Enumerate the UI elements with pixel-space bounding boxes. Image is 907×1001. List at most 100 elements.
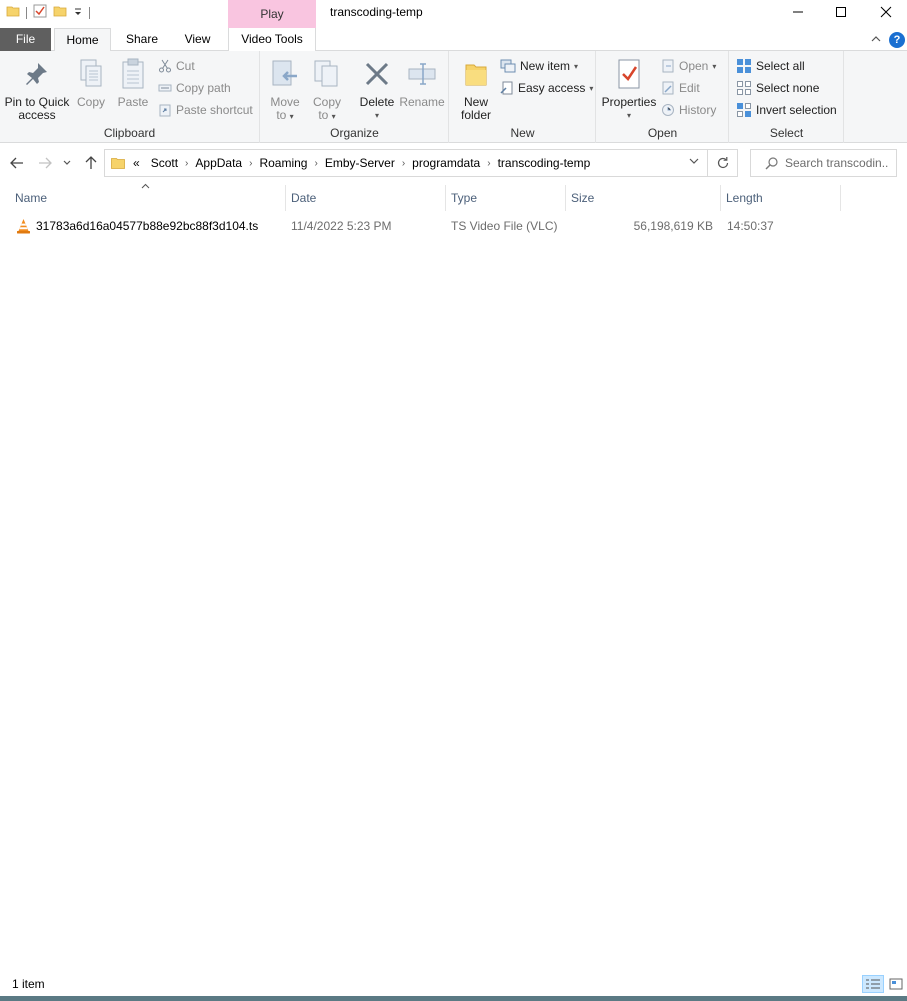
close-button[interactable] — [863, 0, 907, 24]
maximize-button[interactable] — [818, 0, 864, 24]
tab-home[interactable]: Home — [54, 28, 111, 52]
file-name-cell[interactable]: 31783a6d16a04577b88e92bc88f3d104.ts — [16, 215, 258, 237]
delete-x-icon — [365, 62, 389, 86]
cut-label: Cut — [176, 59, 195, 73]
address-history-dropdown[interactable] — [689, 156, 699, 167]
scissors-icon — [159, 59, 171, 73]
column-length[interactable]: Length — [720, 185, 840, 211]
paste-button[interactable]: Paste — [116, 56, 150, 109]
paste-label: Paste — [117, 95, 149, 109]
tab-video-tools[interactable]: Video Tools — [228, 28, 316, 51]
properties-button[interactable]: Properties ▾ — [601, 56, 657, 122]
copy-icon — [80, 59, 102, 87]
column-type[interactable]: Type — [445, 185, 565, 211]
chevron-down-icon — [63, 160, 71, 165]
back-button[interactable] — [8, 153, 26, 173]
move-to-button[interactable]: Move to ▾ — [267, 56, 303, 123]
breadcrumb-appdata[interactable]: AppData — [195, 156, 242, 170]
delete-button[interactable]: Delete ▾ — [357, 56, 397, 122]
folder-icon[interactable] — [6, 4, 20, 21]
clipboard-group-label: Clipboard — [103, 126, 156, 140]
arrow-up-icon — [85, 156, 97, 169]
breadcrumb-roaming[interactable]: Roaming — [259, 156, 307, 170]
clipboard-group: Pin to Quick access Copy Paste Cut Copy … — [0, 51, 260, 143]
large-icons-view-button[interactable] — [885, 975, 907, 993]
help-icon[interactable]: ? — [889, 31, 905, 48]
file-name: 31783a6d16a04577b88e92bc88f3d104.ts — [36, 219, 259, 233]
up-button[interactable] — [82, 153, 100, 173]
forward-button[interactable] — [36, 153, 54, 173]
column-size[interactable]: Size — [565, 185, 720, 211]
tab-share[interactable]: Share — [115, 28, 169, 51]
history-icon — [662, 104, 674, 116]
pin-to-quick-access-button[interactable]: Pin to Quick access — [4, 56, 70, 122]
new-item-button[interactable]: New item ▾ — [500, 57, 578, 75]
recent-locations-button[interactable] — [61, 153, 73, 173]
collapse-ribbon-button[interactable] — [871, 33, 881, 47]
new-item-icon — [500, 59, 516, 73]
chevron-right-icon[interactable]: › — [249, 158, 252, 169]
invert-selection-icon — [737, 103, 751, 117]
rename-label: Rename — [399, 95, 445, 109]
file-row[interactable]: 31783a6d16a04577b88e92bc88f3d104.ts 11/4… — [0, 215, 907, 237]
separator — [26, 6, 27, 19]
breadcrumb-scott[interactable]: Scott — [151, 156, 178, 170]
chevron-up-icon — [871, 35, 881, 41]
invert-selection-button[interactable]: Invert selection — [736, 101, 837, 119]
tab-file[interactable]: File — [0, 28, 51, 51]
ribbon-tabs: File Home Share View Video Tools ? — [0, 28, 907, 52]
customize-qat-icon[interactable] — [73, 6, 83, 20]
organize-group-label: Organize — [330, 126, 379, 140]
new-folder-line2: folder — [460, 108, 492, 122]
select-all-button[interactable]: Select all — [736, 57, 805, 75]
open-button[interactable]: Open ▾ — [661, 57, 716, 75]
folder-icon — [111, 158, 125, 169]
address-bar[interactable]: « Scott › AppData › Roaming › Emby-Serve… — [104, 149, 708, 177]
easy-access-label: Easy access — [518, 81, 586, 95]
large-icons-view-icon — [889, 978, 903, 990]
copy-path-button[interactable]: Copy path — [158, 79, 231, 97]
easy-access-button[interactable]: Easy access ▾ — [500, 79, 593, 97]
new-folder-icon[interactable] — [53, 4, 67, 21]
invert-selection-label: Invert selection — [756, 103, 837, 117]
easy-access-icon — [500, 81, 513, 95]
properties-check-icon[interactable] — [33, 4, 47, 21]
rename-button[interactable]: Rename — [399, 56, 445, 109]
new-folder-button[interactable]: New folder — [456, 56, 496, 122]
move-to-icon — [272, 60, 297, 86]
item-count: 1 item — [12, 977, 45, 991]
open-group-label: Open — [647, 126, 678, 140]
search-box[interactable] — [750, 149, 897, 177]
arrow-right-icon — [39, 157, 52, 169]
column-divider[interactable] — [840, 185, 841, 211]
arrow-left-icon — [10, 157, 23, 169]
edit-button[interactable]: Edit — [661, 79, 700, 97]
refresh-button[interactable] — [708, 149, 738, 177]
column-date[interactable]: Date — [285, 185, 445, 211]
open-icon — [662, 59, 674, 73]
move-to-line2: to — [276, 108, 287, 122]
copy-to-button[interactable]: Copy to ▾ — [309, 56, 345, 123]
chevron-right-icon[interactable]: › — [185, 158, 188, 169]
chevron-right-icon[interactable]: › — [487, 158, 490, 169]
search-icon — [765, 157, 778, 170]
select-none-button[interactable]: Select none — [736, 79, 819, 97]
breadcrumb-programdata[interactable]: programdata — [412, 156, 480, 170]
breadcrumb-emby-server[interactable]: Emby-Server — [325, 156, 395, 170]
edit-icon — [662, 81, 674, 95]
cut-button[interactable]: Cut — [158, 57, 195, 75]
tab-view[interactable]: View — [172, 28, 223, 51]
minimize-icon — [793, 11, 803, 13]
minimize-button[interactable] — [775, 0, 821, 24]
column-name[interactable]: Name — [9, 185, 285, 211]
paste-shortcut-button[interactable]: Paste shortcut — [158, 101, 253, 119]
history-button[interactable]: History — [661, 101, 716, 119]
copy-button[interactable]: Copy — [74, 56, 108, 109]
breadcrumb-transcoding-temp[interactable]: transcoding-temp — [498, 156, 591, 170]
copy-to-icon — [314, 60, 338, 87]
chevron-right-icon[interactable]: › — [402, 158, 405, 169]
chevron-right-icon[interactable]: › — [314, 158, 317, 169]
search-input[interactable] — [785, 156, 889, 170]
breadcrumb-overflow[interactable]: « — [133, 156, 140, 170]
details-view-button[interactable] — [862, 975, 884, 993]
